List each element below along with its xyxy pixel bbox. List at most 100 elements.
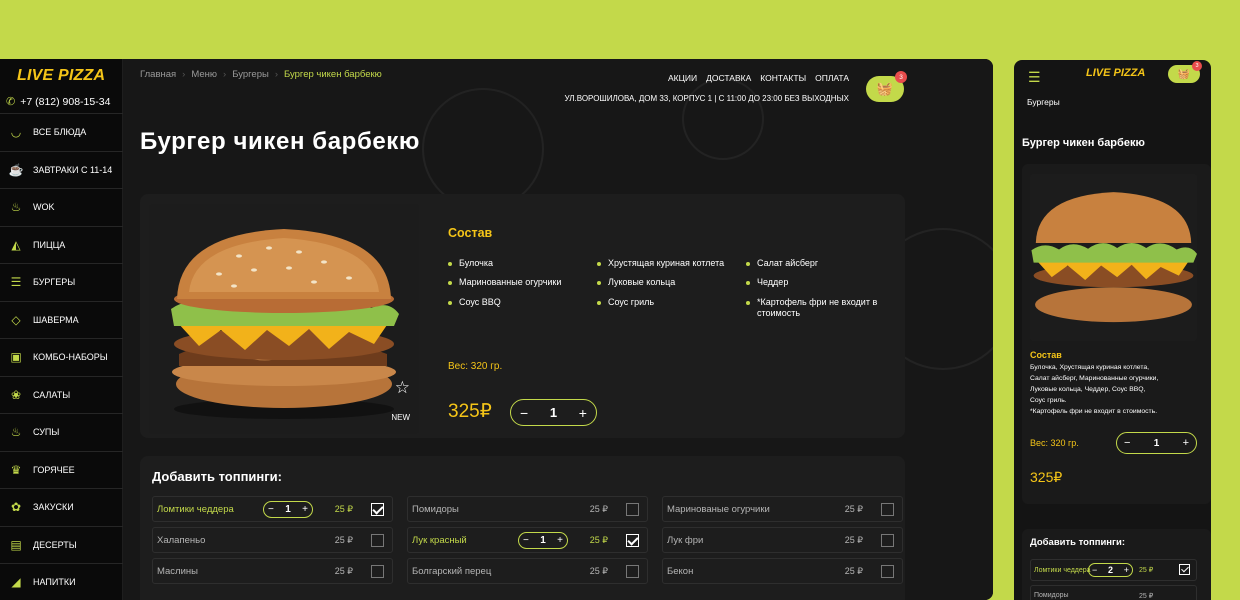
minus-button[interactable]: − bbox=[520, 405, 528, 421]
hot-dish-icon: ♛ bbox=[10, 462, 22, 477]
breadcrumb-burgers[interactable]: Бургеры bbox=[232, 69, 269, 80]
sidebar-item[interactable]: ☕ ЗАВТРАКИ С 11-14 bbox=[0, 150, 123, 189]
ingredient-item: *Картофель фри не входит в стоимость bbox=[746, 297, 896, 320]
breadcrumb-separator: › bbox=[182, 69, 186, 80]
topping-checkbox[interactable] bbox=[626, 503, 639, 516]
sidebar-item[interactable]: ◢ НАПИТКИ bbox=[0, 563, 123, 600]
plus-button[interactable]: + bbox=[557, 535, 563, 546]
nav-delivery[interactable]: ДОСТАВКА bbox=[706, 73, 751, 83]
topping-name: Болгарский перец bbox=[412, 565, 492, 577]
logo[interactable]: LIVE PIZZA bbox=[17, 67, 105, 85]
topping-item[interactable]: Маслины 25 ₽ bbox=[152, 558, 393, 584]
mobile-product-image bbox=[1030, 174, 1197, 341]
burger-icon: ☰ bbox=[10, 275, 22, 290]
topping-price: 25 ₽ bbox=[589, 504, 608, 514]
topping-price: 25 ₽ bbox=[844, 566, 863, 576]
topping-stepper: −1 + bbox=[518, 532, 568, 549]
combo-icon: ▣ bbox=[10, 350, 22, 365]
favorite-star-icon[interactable]: ☆ bbox=[395, 378, 410, 398]
minus-button[interactable]: − bbox=[523, 535, 529, 546]
main-content: Главная › Меню › Бургеры › Бургер чикен … bbox=[123, 59, 993, 600]
minus-button[interactable]: − bbox=[268, 504, 274, 515]
sidebar-item[interactable]: ♨ СУПЫ bbox=[0, 413, 123, 451]
topping-item[interactable]: Лук красный −1 +25 ₽ bbox=[407, 527, 648, 553]
new-badge: NEW bbox=[391, 413, 410, 422]
topping-item[interactable]: Маринованые огурчики 25 ₽ bbox=[662, 496, 903, 522]
topping-checkbox[interactable] bbox=[371, 534, 384, 547]
salad-icon: ❀ bbox=[10, 387, 22, 402]
sidebar-item[interactable]: ◭ ПИЦЦА bbox=[0, 225, 123, 264]
toppings-panel: Добавить топпинги: Ломтики чеддера −1 +25 … bbox=[140, 456, 905, 600]
bowl-icon: ◡ bbox=[10, 125, 22, 140]
sidebar-item-label: КОМБО-НАБОРЫ bbox=[33, 352, 108, 363]
breadcrumb-separator: › bbox=[274, 69, 278, 80]
mobile-logo[interactable]: LIVE PIZZA bbox=[1086, 67, 1145, 79]
phone-link[interactable]: ✆ +7 (812) 908-15-34 bbox=[6, 95, 110, 109]
sidebar-item[interactable]: ☰ БУРГЕРЫ bbox=[0, 263, 123, 301]
breadcrumb-menu[interactable]: Меню bbox=[191, 69, 217, 80]
mobile-breadcrumb[interactable]: Бургеры bbox=[1027, 97, 1060, 107]
plus-button[interactable]: + bbox=[302, 504, 308, 515]
page-title: Бургер чикен барбекю bbox=[140, 128, 421, 155]
sidebar-item-label: ЗАВТРАКИ С 11-14 bbox=[33, 164, 113, 175]
ingredient-item: Маринованные огурчики bbox=[448, 277, 597, 288]
topping-item[interactable]: Халапеньо 25 ₽ bbox=[152, 527, 393, 553]
topping-checkbox[interactable] bbox=[881, 565, 894, 578]
minus-button[interactable]: − bbox=[1092, 565, 1097, 575]
topping-checkbox[interactable] bbox=[626, 534, 639, 547]
sidebar-item-label: ГОРЯЧЕЕ bbox=[33, 464, 75, 475]
plus-button[interactable]: + bbox=[1183, 437, 1189, 449]
sidebar-item[interactable]: ▤ ДЕСЕРТЫ bbox=[0, 525, 123, 564]
topping-checkbox[interactable] bbox=[881, 503, 894, 516]
product-price: 325₽ bbox=[448, 401, 492, 422]
sidebar-item[interactable]: ❀ САЛАТЫ bbox=[0, 375, 123, 414]
ingredient-item: Соус BBQ bbox=[448, 297, 597, 320]
toppings-title: Добавить топпинги: bbox=[152, 469, 282, 484]
hamburger-menu-icon[interactable]: ☰ bbox=[1028, 69, 1041, 86]
sidebar-item[interactable]: ♨ WOK bbox=[0, 188, 123, 226]
topping-checkbox[interactable] bbox=[626, 565, 639, 578]
topping-checkbox[interactable] bbox=[371, 503, 384, 516]
snack-icon: ✿ bbox=[10, 500, 22, 515]
topping-checkbox[interactable] bbox=[371, 565, 384, 578]
mobile-weight: Вес: 320 гр. bbox=[1030, 438, 1079, 448]
pizza-icon: ◭ bbox=[11, 237, 21, 252]
topping-item[interactable]: Болгарский перец 25 ₽ bbox=[407, 558, 648, 584]
top-nav: АКЦИИ ДОСТАВКА КОНТАКТЫ ОПЛАТА bbox=[668, 73, 849, 83]
mobile-cart-button[interactable]: 🧺 3 bbox=[1168, 61, 1202, 83]
sidebar-item-label: СУПЫ bbox=[33, 427, 60, 438]
mobile-topping-row[interactable]: Помидоры 25 ₽ bbox=[1030, 585, 1197, 600]
topping-checkbox[interactable] bbox=[1179, 564, 1190, 575]
nav-payment[interactable]: ОПЛАТА bbox=[815, 73, 849, 83]
topping-price: 25 ₽ bbox=[1139, 567, 1154, 574]
topping-item[interactable]: Помидоры 25 ₽ bbox=[407, 496, 648, 522]
sidebar-item[interactable]: ◇ ШАВЕРМА bbox=[0, 300, 123, 339]
sidebar-item[interactable]: ▣ КОМБО-НАБОРЫ bbox=[0, 338, 123, 376]
burger-illustration bbox=[1030, 174, 1197, 341]
plus-button[interactable]: + bbox=[579, 405, 587, 421]
nav-promotions[interactable]: АКЦИИ bbox=[668, 73, 697, 83]
topping-item[interactable]: Лук фри 25 ₽ bbox=[662, 527, 903, 553]
mobile-product-card: Состав Булочка, Хрустящая куриная котлет… bbox=[1022, 164, 1211, 504]
breadcrumb-home[interactable]: Главная bbox=[140, 69, 176, 80]
topping-item[interactable]: Бекон 25 ₽ bbox=[662, 558, 903, 584]
topping-checkbox[interactable] bbox=[881, 534, 894, 547]
topping-price: 25 ₽ bbox=[334, 504, 353, 514]
nav-contacts[interactable]: КОНТАКТЫ bbox=[760, 73, 806, 83]
cart-count-badge: 3 bbox=[895, 71, 907, 83]
ingredient-item: Булочка bbox=[448, 258, 597, 269]
sidebar: LIVE PIZZA ✆ +7 (812) 908-15-34 ◡ ВСЕ БЛЮ… bbox=[0, 59, 123, 600]
topping-price: 25 ₽ bbox=[589, 566, 608, 576]
ingredient-item: Хрустящая куриная котлета bbox=[597, 258, 746, 269]
mobile-topping-row[interactable]: Ломтики чеддера − 2 + 25 ₽ bbox=[1030, 559, 1197, 581]
cart-button[interactable]: 🧺 3 bbox=[866, 71, 907, 102]
sidebar-item[interactable]: ◡ ВСЕ БЛЮДА bbox=[0, 113, 123, 151]
mobile-toppings-panel: Добавить топпинги: Ломтики чеддера − 2 +… bbox=[1022, 529, 1211, 600]
mobile-price: 325₽ bbox=[1030, 469, 1063, 485]
sidebar-item[interactable]: ✿ ЗАКУСКИ bbox=[0, 488, 123, 526]
sidebar-item[interactable]: ♛ ГОРЯЧЕЕ bbox=[0, 450, 123, 489]
quantity-value: 1 bbox=[549, 405, 558, 420]
topping-item[interactable]: Ломтики чеддера −1 +25 ₽ bbox=[152, 496, 393, 522]
minus-button[interactable]: − bbox=[1124, 437, 1130, 449]
plus-button[interactable]: + bbox=[1124, 565, 1129, 575]
